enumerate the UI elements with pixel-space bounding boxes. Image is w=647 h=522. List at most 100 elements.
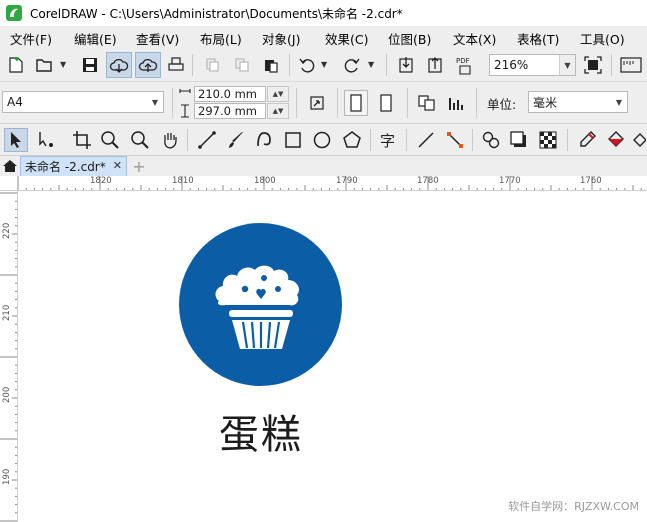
blend-tool-icon[interactable] [479, 129, 503, 151]
interactive-fill-tool-icon[interactable] [604, 129, 628, 151]
landscape-orientation-icon[interactable] [374, 92, 398, 114]
drop-shadow-tool-icon[interactable] [507, 129, 531, 151]
cupcake-icon [215, 265, 299, 349]
menu-tools[interactable]: 工具(O) [580, 29, 625, 48]
cloud-import-icon[interactable] [106, 52, 132, 78]
options-ruler-icon[interactable] [618, 54, 644, 76]
current-page-icon[interactable] [445, 92, 469, 114]
toolbar-separator [476, 88, 477, 118]
units-value: 毫米 [533, 95, 558, 110]
print-icon[interactable] [166, 55, 186, 75]
page-width-input[interactable]: 210.0 mm [194, 86, 266, 102]
redo-dropdown-icon[interactable]: ▼ [368, 60, 374, 69]
pick-tool-icon[interactable] [4, 128, 28, 152]
coreldraw-logo-icon [6, 5, 22, 21]
units-label: 单位: [487, 97, 517, 112]
shape-tool-icon[interactable] [34, 129, 58, 151]
menu-view[interactable]: 查看(V) [136, 29, 179, 48]
pick-point-icon[interactable] [306, 92, 328, 114]
parallel-dimension-tool-icon[interactable] [414, 129, 438, 151]
add-tab-button[interactable]: + [129, 156, 149, 176]
publish-pdf-icon[interactable]: PDF [453, 53, 477, 77]
transparency-tool-icon[interactable] [536, 129, 560, 151]
undo-icon[interactable] [297, 55, 317, 75]
width-spinner[interactable]: ▲▼ [267, 86, 289, 102]
crop-tool-icon[interactable] [70, 129, 94, 151]
menu-text[interactable]: 文本(X) [453, 29, 496, 48]
freehand-tool-icon[interactable] [195, 129, 219, 151]
toolbar-separator [406, 129, 407, 151]
zoom-level-value: 216% [494, 58, 529, 72]
svg-text:字: 字 [380, 132, 395, 150]
open-folder-icon[interactable] [34, 55, 54, 75]
all-pages-icon[interactable] [415, 92, 439, 114]
export-icon[interactable] [425, 55, 445, 75]
ruler-label: 1790 [336, 176, 358, 186]
toolbar-separator [192, 54, 193, 76]
height-spinner[interactable]: ▲▼ [267, 103, 289, 119]
zoom-tool-icon[interactable] [98, 129, 122, 151]
cloud-export-icon[interactable] [135, 52, 161, 78]
chevron-down-icon[interactable]: ▼ [147, 92, 163, 112]
import-icon[interactable] [396, 55, 416, 75]
new-document-icon[interactable] [6, 55, 26, 75]
artistic-media-tool-icon[interactable] [224, 129, 248, 151]
page-height-input[interactable]: 297.0 mm [194, 103, 266, 119]
eyedropper-tool-icon[interactable] [575, 129, 599, 151]
toolbar-separator [567, 129, 568, 151]
smart-drawing-tool-icon[interactable] [252, 129, 276, 151]
menu-object[interactable]: 对象(J) [262, 29, 300, 48]
redo-icon[interactable] [342, 55, 362, 75]
pan-tool-icon[interactable] [158, 129, 182, 151]
text-tool-icon[interactable]: 字 [376, 129, 400, 151]
vertical-ruler[interactable]: 220 210 200 190 [0, 191, 18, 522]
blue-circle[interactable] [179, 223, 342, 386]
close-tab-icon[interactable]: ✕ [113, 159, 122, 172]
ruler-label: 1760 [580, 176, 602, 186]
menu-edit[interactable]: 编辑(E) [74, 29, 117, 48]
ruler-label: 220 [2, 222, 12, 239]
zoom-level-select[interactable]: 216% ▼ [489, 54, 576, 76]
menu-file[interactable]: 文件(F) [10, 29, 52, 48]
menu-layout[interactable]: 布局(L) [200, 29, 242, 48]
menu-bitmaps[interactable]: 位图(B) [388, 29, 431, 48]
full-screen-icon[interactable] [583, 55, 603, 75]
menu-table[interactable]: 表格(T) [517, 29, 559, 48]
horizontal-ruler[interactable]: 1820 1810 1800 1790 1780 1770 1760 [0, 176, 647, 191]
save-icon[interactable] [80, 55, 100, 75]
units-select[interactable]: 毫米 ▼ [528, 91, 628, 113]
standard-toolbar: ▼ ▼ ▼ PDF 216% ▼ [0, 48, 647, 82]
undo-dropdown-icon[interactable]: ▼ [321, 60, 327, 69]
paste-icon[interactable] [261, 55, 281, 75]
polygon-tool-icon[interactable] [340, 129, 364, 151]
toolbar-separator [172, 88, 173, 118]
open-dropdown-icon[interactable]: ▼ [60, 60, 66, 69]
connector-tool-icon[interactable] [443, 129, 467, 151]
rectangle-tool-icon[interactable] [281, 129, 305, 151]
drawing-canvas[interactable]: 蛋糕 软件自学网：RJZXW.COM [19, 192, 647, 522]
home-icon[interactable] [0, 156, 20, 176]
caption-text[interactable]: 蛋糕 [199, 402, 323, 460]
toolbar-separator [611, 54, 612, 76]
tab-document[interactable]: 未命名 -2.cdr* ✕ [20, 156, 127, 176]
page-size-select[interactable]: A4 ▼ [2, 91, 164, 113]
portrait-orientation-icon[interactable] [344, 90, 368, 116]
smart-fill-tool-icon[interactable] [631, 129, 647, 151]
height-icon [178, 103, 192, 119]
chevron-down-icon[interactable]: ▼ [559, 55, 575, 75]
ruler-label: 1820 [90, 176, 112, 186]
ruler-label: 200 [2, 386, 12, 403]
cut-icon[interactable] [202, 55, 222, 75]
zoom-out-tool-icon[interactable] [128, 129, 152, 151]
ellipse-tool-icon[interactable] [310, 129, 334, 151]
copy-icon[interactable] [232, 55, 252, 75]
ruler-label: 1770 [499, 176, 521, 186]
ruler-label: 190 [2, 468, 12, 485]
width-icon [178, 86, 192, 100]
property-bar: A4 ▼ 210.0 mm ▲▼ 297.0 mm ▲▼ 单位: 毫米 ▼ [0, 82, 647, 124]
toolbar-separator [407, 88, 408, 118]
menu-effects[interactable]: 效果(C) [325, 29, 368, 48]
toolbar-separator [370, 129, 371, 151]
chevron-down-icon[interactable]: ▼ [611, 92, 627, 112]
toolbox: 字 [0, 124, 647, 156]
